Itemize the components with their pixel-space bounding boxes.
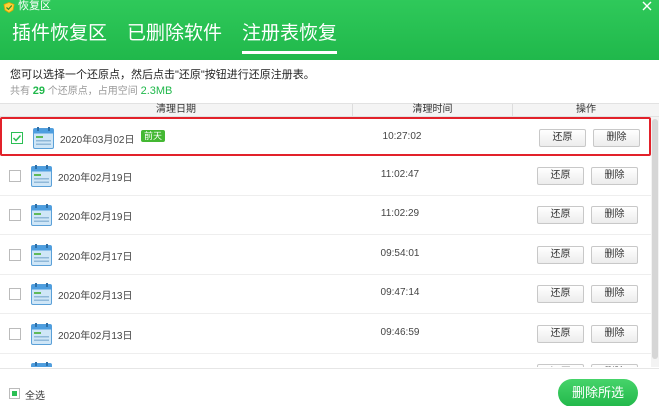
row-checkbox[interactable] <box>9 248 21 261</box>
restore-button[interactable]: 还原 <box>537 285 584 303</box>
row-date: 2020年02月17日 <box>58 251 133 263</box>
scrollbar-thumb[interactable] <box>652 119 658 359</box>
table-row[interactable]: 2020年02月13日 09:47:14 还原 删除 <box>0 275 651 314</box>
tab-bar: 插件恢复区 已删除软件 注册表恢复 <box>12 20 357 54</box>
row-date: 2020年02月13日 <box>58 291 133 302</box>
row-date: 2020年02月13日 <box>58 330 133 342</box>
table-row[interactable]: 2020年02月19日 11:02:47 还原 删除 <box>0 157 651 196</box>
scrollbar[interactable] <box>651 117 659 367</box>
restore-point-count: 29 <box>32 85 46 97</box>
row-checkbox[interactable] <box>9 327 21 340</box>
row-date: 2020年03月02日 <box>60 135 135 146</box>
day-badge: 前天 <box>141 130 166 142</box>
restore-button[interactable]: 还原 <box>537 206 584 224</box>
delete-button[interactable]: 删除 <box>591 166 638 185</box>
restore-point-list: 2020年03月02日 前天 10:27:02 还原 删除 2020年02月19日 11:0… <box>0 117 651 367</box>
summary-middle: 个还原点，占用空间 <box>47 86 138 97</box>
space-used: 2.3MB <box>140 85 173 97</box>
column-header-action: 操作 <box>512 104 659 116</box>
column-header-date: 清理日期 <box>156 104 196 115</box>
registry-file-icon <box>31 243 52 266</box>
restore-point-summary: 共有 29 个还原点，占用空间 2.3MB <box>10 82 172 97</box>
delete-button[interactable]: 删除 <box>591 206 638 224</box>
tab-registry-restore[interactable]: 注册表恢复 <box>242 20 338 54</box>
delete-button[interactable]: 删除 <box>591 245 638 264</box>
column-header-time: 清理时间 <box>352 104 512 116</box>
registry-file-icon <box>31 322 52 345</box>
row-checkbox[interactable] <box>9 169 21 182</box>
checkmark-icon <box>12 134 22 142</box>
select-all-checkbox[interactable] <box>9 388 20 399</box>
summary-prefix: 共有 <box>10 86 30 97</box>
row-date: 2020年02月19日 <box>58 172 133 184</box>
close-icon[interactable] <box>641 0 653 12</box>
restore-button[interactable]: 还原 <box>537 324 584 343</box>
registry-file-icon <box>31 204 52 226</box>
delete-button[interactable]: 删除 <box>591 324 638 343</box>
restore-button[interactable]: 还原 <box>537 245 584 264</box>
table-row[interactable]: 还原 删除 <box>0 354 651 367</box>
row-time: 10:27:02 <box>382 131 422 142</box>
registry-file-icon <box>31 362 52 367</box>
row-time: 09:46:59 <box>380 326 420 338</box>
restore-button[interactable]: 还原 <box>537 364 584 367</box>
title-bar: 恢复区 <box>0 0 659 14</box>
footer-bar: 全选 删除所选 <box>0 368 659 406</box>
delete-button[interactable]: 删除 <box>591 285 638 303</box>
table-row[interactable]: 2020年02月19日 11:02:29 还原 删除 <box>0 196 651 235</box>
delete-button[interactable]: 删除 <box>593 129 640 147</box>
header-bar: 恢复区 插件恢复区 已删除软件 注册表恢复 <box>0 0 659 60</box>
tab-plugin-restore[interactable]: 插件恢复区 <box>12 20 107 50</box>
tab-deleted-software[interactable]: 已删除软件 <box>127 20 222 50</box>
restore-button[interactable]: 还原 <box>537 166 584 185</box>
delete-selected-button[interactable]: 删除所选 <box>558 379 638 406</box>
table-header: 清理日期 清理时间 操作 <box>0 103 659 117</box>
row-date: 2020年02月19日 <box>58 212 133 223</box>
registry-file-icon <box>31 283 52 305</box>
restore-button[interactable]: 还原 <box>539 129 586 147</box>
instruction-text: 您可以选择一个还原点，然后点击"还原"按钮进行还原注册表。 <box>10 69 315 81</box>
delete-button[interactable]: 删除 <box>591 364 638 367</box>
window-title: 恢复区 <box>18 0 51 12</box>
registry-file-icon <box>33 127 54 149</box>
registry-file-icon <box>31 164 52 187</box>
row-time: 09:54:01 <box>380 247 420 259</box>
row-time: 11:02:29 <box>380 208 420 219</box>
row-checkbox[interactable] <box>9 209 21 221</box>
row-time: 09:47:14 <box>380 287 420 298</box>
table-row[interactable]: 2020年02月17日 09:54:01 还原 删除 <box>0 236 651 275</box>
table-row[interactable]: 2020年03月02日 前天 10:27:02 还原 删除 <box>0 117 651 156</box>
row-checkbox[interactable] <box>11 132 23 144</box>
table-row[interactable]: 2020年02月13日 09:46:59 还原 删除 <box>0 315 651 354</box>
row-time: 11:02:47 <box>380 168 420 180</box>
select-all-label[interactable]: 全选 <box>25 387 45 402</box>
shield-logo-icon <box>3 2 15 13</box>
row-checkbox[interactable] <box>9 288 21 300</box>
